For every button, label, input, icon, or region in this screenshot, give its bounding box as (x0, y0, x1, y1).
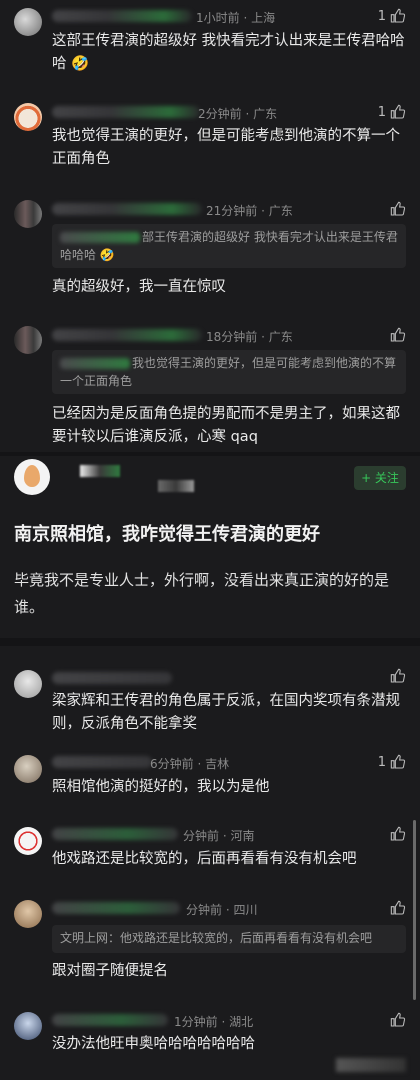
comment-text: 梁家辉和王传君的角色属于反派，在国内奖项有条潜规则，反派角色不能拿奖 (52, 693, 400, 732)
author-name-blurred[interactable] (80, 465, 120, 477)
like-button[interactable] (390, 900, 406, 916)
scrollbar[interactable] (413, 820, 416, 1000)
username-blurred[interactable] (52, 756, 152, 768)
comment-time-location: 1分钟前 · 湖北 (174, 1015, 254, 1029)
quoted-comment[interactable]: 我也觉得王演的更好，但是可能考虑到他演的不算一个正面角色 (52, 350, 406, 394)
comment-time-location: 分钟前 · 河南 (183, 829, 255, 843)
comment-text: 我也觉得王演的更好，但是可能考虑到他演的不算一个正面角色 (52, 128, 400, 167)
follow-button[interactable]: + 关注 (354, 466, 406, 490)
username-blurred[interactable] (52, 1014, 168, 1026)
username-blurred[interactable] (52, 828, 178, 840)
comment-time-location: 18分钟前 · 广东 (206, 330, 293, 344)
like-count: 1 (377, 8, 386, 24)
avatar[interactable] (14, 670, 42, 698)
like-button[interactable]: 1 (378, 104, 406, 120)
author-avatar[interactable] (14, 459, 50, 495)
avatar[interactable] (14, 827, 42, 855)
comment-text: 真的超级好，我一直在惊叹 (52, 279, 226, 295)
thumb-up-icon (390, 900, 406, 915)
post-title: 南京照相馆，我咋觉得王传君演的更好 (14, 524, 320, 545)
avatar[interactable] (14, 200, 42, 228)
section-divider (0, 638, 420, 646)
like-count: 1 (377, 754, 386, 770)
egg-icon (24, 465, 40, 487)
thumb-up-icon (390, 8, 406, 23)
comment-text: 跟对圈子随便提名 (52, 963, 168, 979)
avatar[interactable] (14, 1012, 42, 1040)
username-blurred[interactable] (52, 106, 200, 118)
comment-text: 已经因为是反面角色提的男配而不是男主了，如果这都要计较以后谁演反派，心寒 qaq (52, 406, 400, 445)
comment-text: 照相馆他演的挺好的，我以为是他 (52, 779, 270, 795)
like-button[interactable] (390, 201, 406, 217)
avatar[interactable] (14, 755, 42, 783)
like-button[interactable]: 1 (378, 754, 406, 770)
avatar[interactable] (14, 103, 42, 131)
comment-time-location: 2分钟前 · 广东 (198, 107, 278, 121)
thumb-up-icon (390, 826, 406, 841)
thumb-up-icon (390, 754, 406, 769)
like-count: 1 (377, 104, 386, 120)
like-button[interactable]: 1 (378, 8, 406, 24)
watermark-blurred (336, 1058, 406, 1072)
comment-time-location: 6分钟前 · 吉林 (150, 757, 230, 771)
quoted-username-blurred (60, 232, 140, 243)
like-button[interactable] (390, 327, 406, 343)
avatar[interactable] (14, 326, 42, 354)
post-body: 毕竟我不是专业人士，外行啊，没看出来真正演的好的是谁。 (14, 571, 390, 616)
thumb-up-icon (390, 327, 406, 342)
thumb-up-icon (390, 1012, 406, 1027)
username-blurred[interactable] (52, 902, 180, 914)
quoted-comment[interactable]: 文明上网：他戏路还是比较宽的，后面再看看有没有机会吧 (52, 925, 406, 953)
comment-time-location: 分钟前 · 四川 (186, 903, 258, 917)
username-blurred[interactable] (52, 329, 202, 341)
comment-text: 他戏路还是比较宽的，后面再看看有没有机会吧 (52, 851, 357, 867)
thumb-up-icon (390, 104, 406, 119)
comment-text: 没办法他旺申奥哈哈哈哈哈哈哈 (52, 1036, 255, 1052)
like-button[interactable] (390, 668, 406, 684)
avatar[interactable] (14, 8, 42, 36)
thumb-up-icon (390, 201, 406, 216)
thumb-up-icon (390, 668, 406, 683)
comment-time-location: 21分钟前 · 广东 (206, 204, 293, 218)
avatar[interactable] (14, 900, 42, 928)
username-blurred[interactable] (52, 203, 202, 215)
quoted-username-blurred (60, 358, 130, 369)
like-button[interactable] (390, 1012, 406, 1028)
like-button[interactable] (390, 826, 406, 842)
username-blurred[interactable] (52, 10, 192, 22)
comment-text: 这部王传君演的超级好 我快看完才认出来是王传君哈哈哈 🤣 (52, 33, 405, 72)
username-blurred[interactable] (52, 672, 172, 684)
comment-time-location: 1小时前 · 上海 (196, 11, 276, 25)
author-meta-blurred (158, 480, 194, 492)
section-divider (0, 452, 420, 456)
quoted-comment[interactable]: 部王传君演的超级好 我快看完才认出来是王传君哈哈哈 🤣 (52, 224, 406, 268)
